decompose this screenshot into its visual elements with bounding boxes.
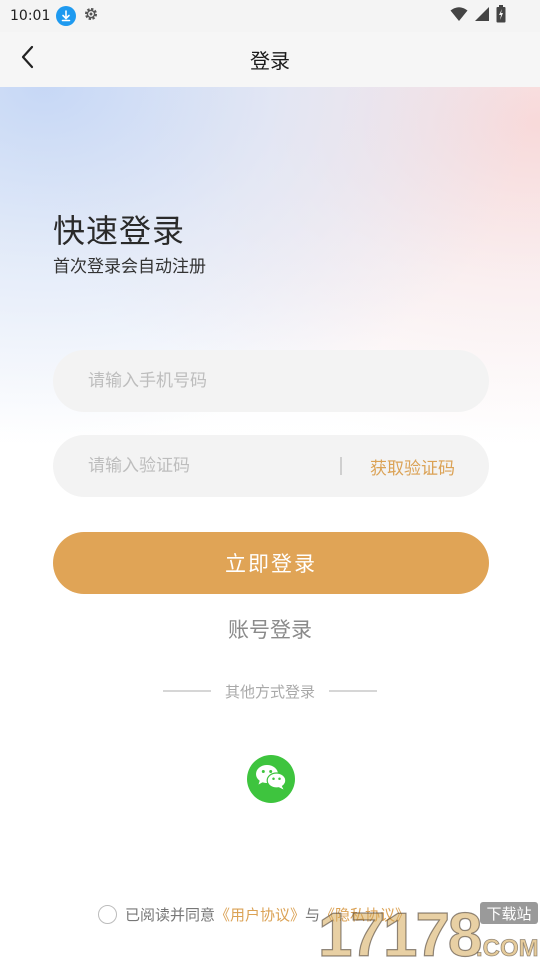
verification-code-input[interactable] [88,456,330,476]
divider-line-right [329,690,377,692]
battery-icon [496,5,506,27]
hero-title: 快速登录 [53,212,186,250]
phone-input[interactable] [88,371,454,391]
hero-subtitle: 首次登录会自动注册 [53,257,206,277]
gear-icon [82,5,100,27]
status-bar: 10:01 [0,0,540,32]
other-methods-label: 其他方式登录 [224,682,315,701]
agreement-prefix: 已阅读并同意 [125,905,216,924]
get-code-button[interactable]: 获取验证码 [370,454,455,479]
status-time: 10:01 [10,8,51,24]
wifi-icon [450,6,468,26]
chevron-left-icon [20,45,36,73]
status-right [450,5,530,27]
nav-bar: 登录 [0,32,540,87]
phone-field [53,350,489,412]
login-button[interactable]: 立即登录 [53,532,489,594]
watermark-tld: .COM [476,935,539,960]
watermark-site: 下载站 [486,905,531,923]
divider-line-left [162,690,211,692]
watermark-number: 17178 [318,901,481,960]
user-agreement-link[interactable]: 《用户协议》 [215,904,305,925]
page-title: 登录 [250,49,290,73]
signal-icon [474,6,490,26]
agreement-checkbox[interactable] [98,904,117,924]
wechat-icon [255,763,287,795]
other-methods-divider: 其他方式登录 [0,680,540,702]
field-divider [340,457,342,475]
code-field: 获取验证码 [53,435,489,497]
account-login-link[interactable]: 账号登录 [0,614,540,644]
site-watermark: 17178 下载站 .COM [316,898,540,960]
download-icon [56,6,77,26]
wechat-login-button[interactable] [247,755,295,803]
status-left: 10:01 [10,5,100,27]
back-button[interactable] [14,44,42,74]
